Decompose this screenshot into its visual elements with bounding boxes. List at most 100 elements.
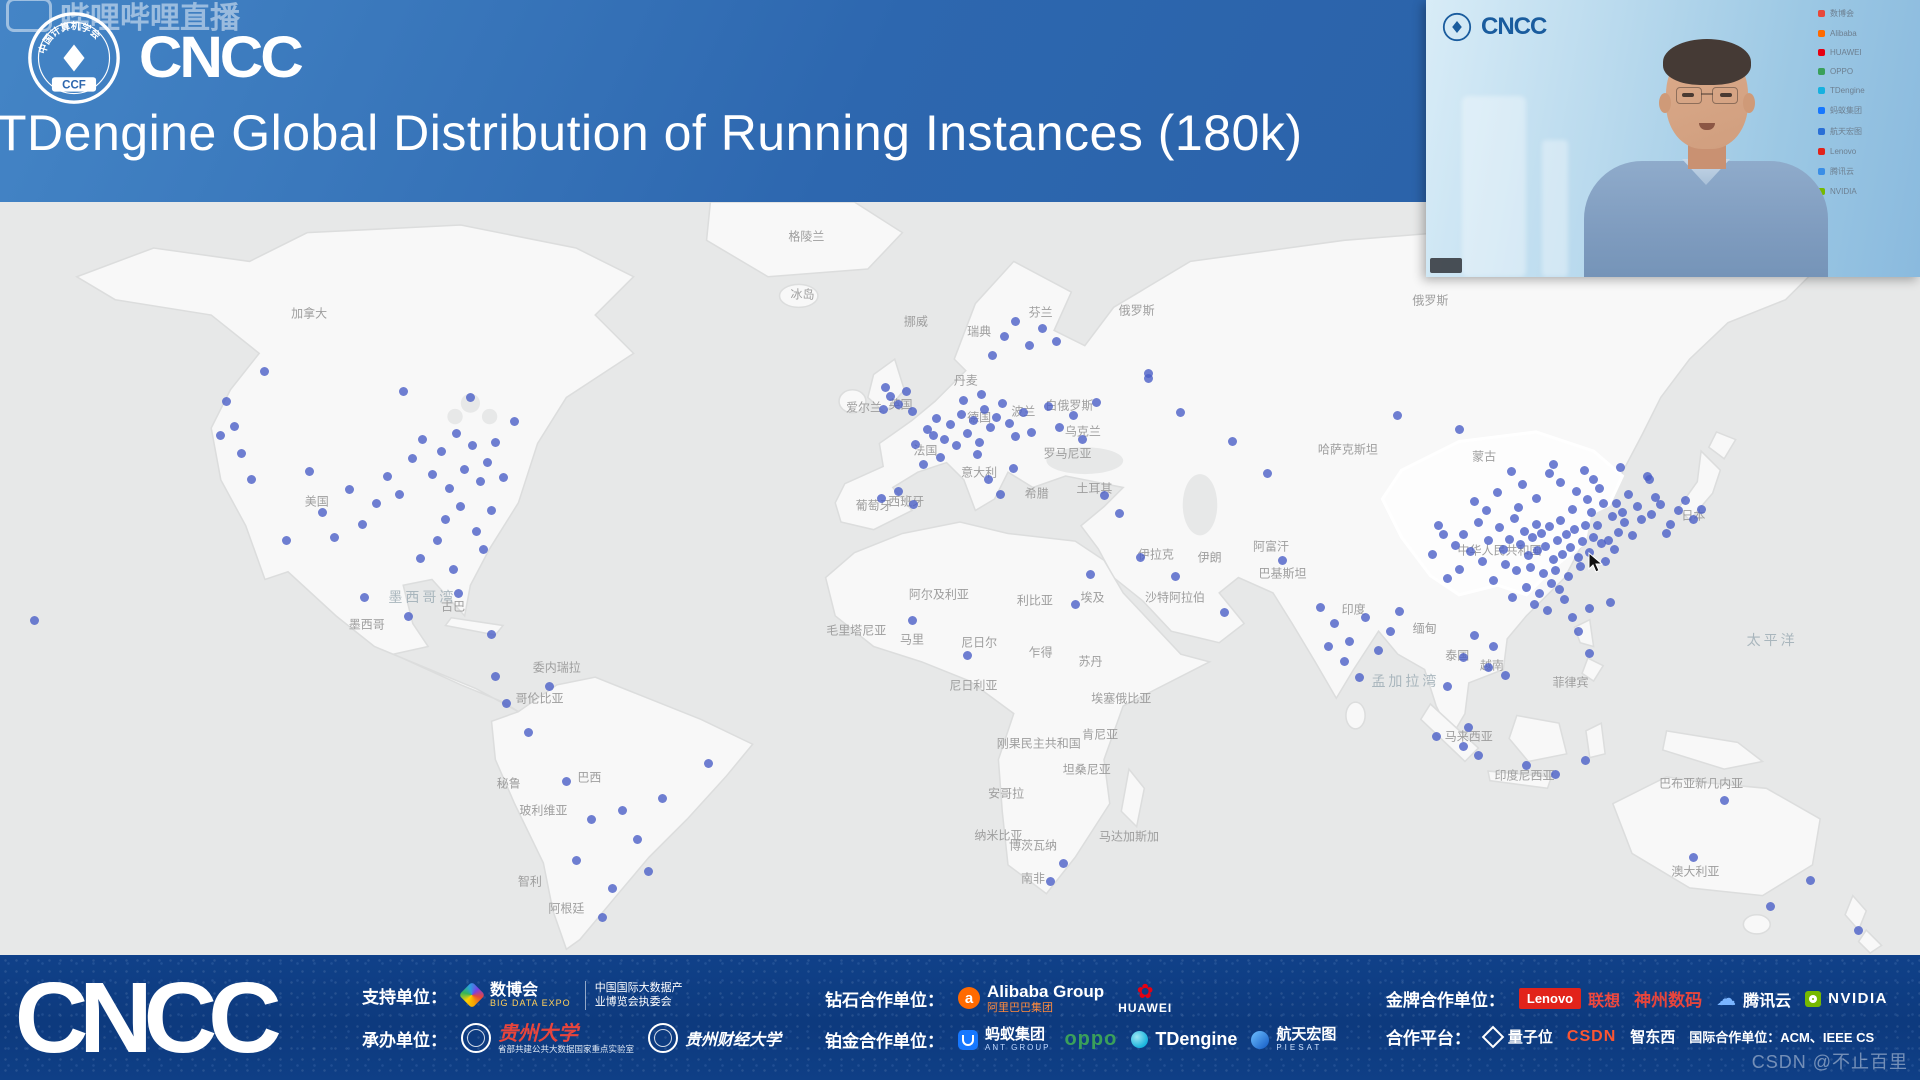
map-dot [881,383,890,392]
map-dot [1528,533,1537,542]
map-dot [998,399,1007,408]
map-dot [1628,531,1637,540]
map-dot [1610,545,1619,554]
map-dot [222,397,231,406]
map-dot [318,508,327,517]
map-dot [1564,572,1573,581]
map-dot [1505,535,1514,544]
map-dot [1674,506,1683,515]
gufe-emblem-icon [648,1023,678,1053]
map-dot [909,500,918,509]
map-dot [1482,506,1491,515]
map-dot [1330,619,1339,628]
map-dot [466,393,475,402]
map-dot [644,867,653,876]
map-dot [1604,536,1613,545]
map-dot [1576,562,1585,571]
map-dot [977,390,986,399]
video-badge [1430,258,1462,273]
map-dot [1645,475,1654,484]
map-dot [973,450,982,459]
map-dot [1537,529,1546,538]
ccf-emblem-motif [63,45,84,72]
map-dot [1570,525,1579,534]
map-dot [545,682,554,691]
map-dot [456,502,465,511]
map-dot [969,416,978,425]
map-dot [1595,484,1604,493]
map-dot [879,405,888,414]
map-dot [1587,508,1596,517]
map-dot [1553,536,1562,545]
map-dot [1324,642,1333,651]
map-dot [1395,607,1404,616]
map-dot [963,429,972,438]
backdrop-cncc-wordmark: CNCC [1481,13,1546,41]
map-dot [984,475,993,484]
map-dot [372,499,381,508]
map-dot [1000,332,1009,341]
qbit-icon [1482,1025,1505,1048]
speaker-video[interactable]: CNCC 数博会AlibabaHUAWEIOPPOTDengine蚂蚁集团航天宏… [1426,0,1920,277]
map-dot [1361,613,1370,622]
platinum-label: 铂金合作单位： [825,1027,944,1052]
map-dot [1086,570,1095,579]
map-dot [587,815,596,824]
guizhou-university-emblem-icon [461,1023,491,1053]
map-dot [1115,509,1124,518]
map-dot [1171,572,1180,581]
map-dot [345,485,354,494]
map-dot [946,420,955,429]
map-dot [428,470,437,479]
huawei-logo: ✿ HUAWEI [1118,982,1172,1014]
map-dot [1593,521,1602,530]
map-dot [1009,464,1018,473]
map-dot [992,413,1001,422]
piesat-icon [1251,1031,1269,1049]
map-dot [1535,589,1544,598]
map-dot [1620,518,1629,527]
livestream-stage[interactable]: { "header": { "ccf_ring_text": "中国计算机学会"… [0,0,1920,1080]
footer-group-gold-platform: 金牌合作单位： Lenovo 联想 神州数码 ☁ 腾讯云 NVIDIA 合作平台… [1386,986,1888,1049]
map-dot [996,490,1005,499]
tdengine-icon [1131,1031,1148,1048]
map-dot [894,487,903,496]
map-dot [1512,566,1521,575]
gufe-logo: 贵州财经大学 [648,1023,781,1053]
map-dot [1545,522,1554,531]
map-dot [1345,637,1354,646]
map-dot [1386,627,1395,636]
map-dot [395,490,404,499]
map-dot [1543,606,1552,615]
map-dot [952,441,961,450]
map-dot [1019,408,1028,417]
map-dot [1443,574,1452,583]
map-dot [1514,503,1523,512]
map-dot [1011,432,1020,441]
map-dot [1434,521,1443,530]
map-dot [1585,649,1594,658]
map-dot [986,423,995,432]
map-dot [911,440,920,449]
map-dot [886,392,895,401]
map-dot [1541,542,1550,551]
map-dot [1220,608,1229,617]
map-dot [1464,723,1473,732]
map-dot [1507,467,1516,476]
map-dot [487,506,496,515]
map-dot [1806,876,1815,885]
svg-text:CCF: CCF [62,80,86,92]
map-dot [1524,551,1533,560]
map-dot [247,475,256,484]
map-dot [1499,545,1508,554]
map-dot [1612,499,1621,508]
map-dot [1556,478,1565,487]
map-dot [894,400,903,409]
map-dot [1574,553,1583,562]
diamond-row: 钻石合作单位： a Alibaba Group 阿里巴巴集团 ✿ HUAWEI [825,982,1336,1014]
map-dot [1470,631,1479,640]
map-dot [919,460,928,469]
map-dot [1489,642,1498,651]
map-dot [963,651,972,660]
map-dot [1052,337,1061,346]
